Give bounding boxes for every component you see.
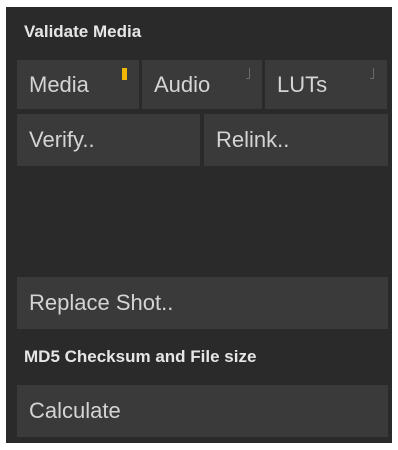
relink-button[interactable]: Relink.. <box>204 114 388 166</box>
media-status-flag-icon <box>122 68 127 80</box>
media-tab-button[interactable]: Media <box>17 60 139 109</box>
luts-tab-button[interactable]: LUTs <box>265 60 387 109</box>
calculate-button[interactable]: Calculate <box>17 385 388 437</box>
audio-status-flag-icon <box>246 68 250 79</box>
luts-tab-label: LUTs <box>277 71 328 97</box>
validate-media-heading: Validate Media <box>24 22 142 41</box>
audio-tab-button[interactable]: Audio <box>142 60 262 109</box>
verify-button[interactable]: Verify.. <box>17 114 200 166</box>
replace-shot-button[interactable]: Replace Shot.. <box>17 277 388 329</box>
md5-checksum-heading: MD5 Checksum and File size <box>24 347 257 366</box>
audio-tab-label: Audio <box>154 71 211 97</box>
luts-status-flag-icon <box>370 68 374 79</box>
media-tab-label: Media <box>29 71 89 97</box>
